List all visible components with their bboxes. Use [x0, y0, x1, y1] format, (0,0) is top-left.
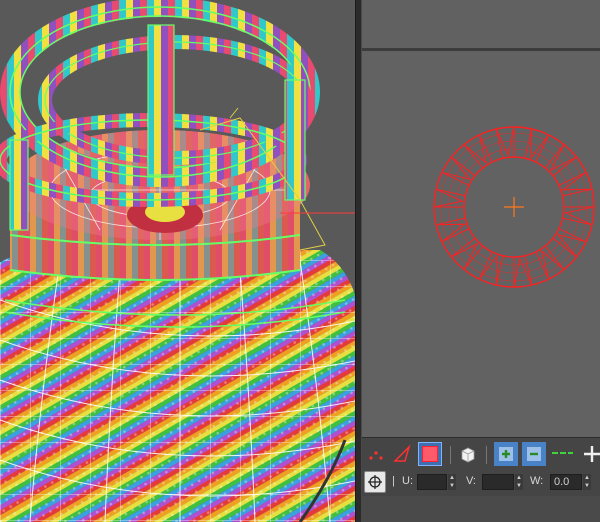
toolbar-separator — [450, 446, 451, 464]
polygon-mode-icon[interactable] — [418, 442, 442, 466]
uv-editor-footer — [362, 496, 600, 522]
3d-viewport[interactable] — [0, 0, 355, 522]
u-field[interactable] — [417, 474, 447, 490]
v-label: V: — [466, 475, 476, 487]
element-mode-icon[interactable] — [456, 442, 480, 466]
vertex-mode-icon[interactable] — [364, 442, 388, 466]
w-label: W: — [530, 475, 544, 487]
uv-ring-layout — [433, 126, 595, 288]
gas-cylinder-model — [0, 0, 355, 522]
w-spinner-arrows[interactable]: ▲ ▼ — [583, 474, 591, 490]
w-field[interactable]: 0.0 — [550, 474, 582, 490]
u-label: U: — [402, 475, 413, 487]
toolbar-separator — [486, 446, 487, 464]
panel-divider[interactable] — [355, 0, 362, 522]
shrink-selection-icon[interactable] — [522, 442, 546, 466]
ring-icon[interactable] — [550, 442, 574, 466]
uv-toolbar-selection — [362, 437, 600, 471]
grow-selection-icon[interactable] — [494, 442, 518, 466]
u-spinner-arrows[interactable]: ▲ ▼ — [448, 474, 456, 490]
edge-mode-icon[interactable] — [390, 442, 414, 466]
uv-toolbar-transform: | U: ▲ ▼ V: ▲ ▼ W: 0.0 ▲ ▼ — [362, 471, 600, 496]
v-field[interactable] — [482, 474, 514, 490]
toolbar-separator: | — [392, 475, 395, 487]
uv-editor-header — [362, 0, 600, 48]
snap-target-icon[interactable] — [364, 471, 386, 493]
uv-canvas[interactable] — [362, 51, 600, 437]
move-cross-icon[interactable] — [580, 442, 600, 466]
v-spinner-arrows[interactable]: ▲ ▼ — [515, 474, 523, 490]
uv-pivot-icon — [504, 197, 524, 217]
